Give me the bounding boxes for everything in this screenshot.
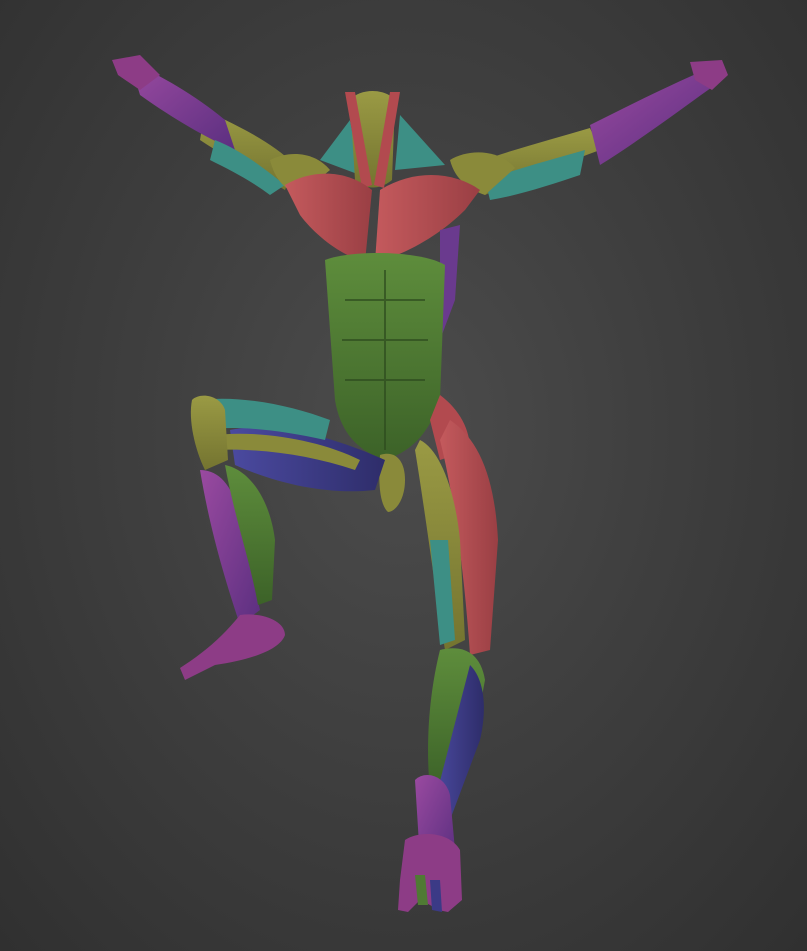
- standing-foot: [398, 834, 462, 912]
- 3d-viewport[interactable]: [0, 0, 807, 951]
- knee: [190, 395, 228, 470]
- standing-leg: [398, 420, 498, 912]
- left-arm: [112, 55, 330, 195]
- toe-navy: [430, 880, 442, 912]
- anatomy-model[interactable]: [0, 0, 807, 951]
- pectoral-right: [375, 174, 480, 262]
- right-forearm: [590, 70, 715, 165]
- right-arm: [450, 60, 728, 200]
- neck-teal-right: [395, 115, 445, 170]
- pectoral-left: [285, 173, 372, 262]
- raised-foot: [180, 614, 285, 680]
- neck: [320, 91, 445, 188]
